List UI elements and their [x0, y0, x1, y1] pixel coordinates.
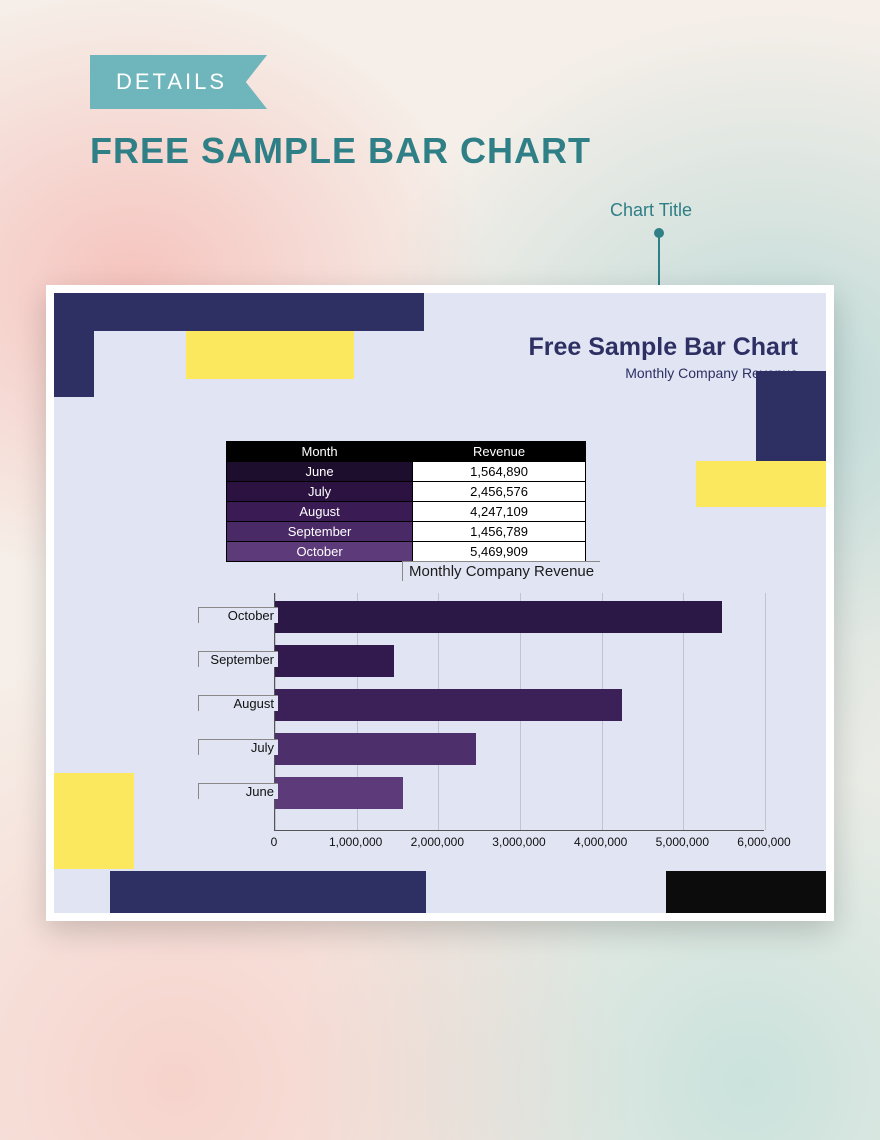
y-axis-label: July: [198, 739, 278, 755]
bar: [275, 645, 394, 677]
deco-block: [666, 871, 826, 913]
cell-month: August: [227, 502, 413, 522]
x-axis-tick: 6,000,000: [737, 835, 790, 849]
deco-block: [54, 331, 94, 397]
cell-month: July: [227, 482, 413, 502]
cell-month: June: [227, 462, 413, 482]
bar: [275, 733, 476, 765]
cell-revenue: 1,564,890: [413, 462, 586, 482]
cell-month: October: [227, 542, 413, 562]
deco-block: [186, 331, 354, 379]
bar-row: [275, 777, 403, 809]
x-axis-tick: 5,000,000: [656, 835, 709, 849]
chart-title: Monthly Company Revenue: [402, 561, 600, 581]
table-row: August4,247,109: [227, 502, 586, 522]
y-axis-label: October: [198, 607, 278, 623]
template-card: Free Sample Bar Chart Monthly Company Re…: [46, 285, 834, 921]
cell-revenue: 5,469,909: [413, 542, 586, 562]
deco-block: [696, 461, 826, 507]
bar: [275, 601, 722, 633]
x-axis-tick: 3,000,000: [492, 835, 545, 849]
table-row: June1,564,890: [227, 462, 586, 482]
deco-block: [54, 773, 134, 869]
y-axis-label: August: [198, 695, 278, 711]
bar-row: [275, 689, 622, 721]
table-row: July2,456,576: [227, 482, 586, 502]
cell-revenue: 4,247,109: [413, 502, 586, 522]
bar-row: [275, 733, 476, 765]
cell-revenue: 2,456,576: [413, 482, 586, 502]
bar-row: [275, 645, 394, 677]
table-header-revenue: Revenue: [413, 442, 586, 462]
table-row: September1,456,789: [227, 522, 586, 542]
bar: [275, 689, 622, 721]
x-axis-tick: 2,000,000: [411, 835, 464, 849]
bar-chart: 0 1,000,000 2,000,000 3,000,000 4,000,000 5,0…: [194, 593, 774, 863]
x-axis-tick: 0: [271, 835, 278, 849]
bar-row: [275, 601, 722, 633]
y-axis-label: June: [198, 783, 278, 799]
cell-month: September: [227, 522, 413, 542]
x-axis-tick: 1,000,000: [329, 835, 382, 849]
callout-chart-title: Chart Title: [610, 200, 692, 221]
deco-block: [110, 871, 426, 913]
deco-block: [54, 293, 424, 331]
x-axis-tick: 4,000,000: [574, 835, 627, 849]
data-table: Month Revenue June1,564,890July2,456,576…: [226, 441, 586, 562]
table-header-month: Month: [227, 442, 413, 462]
page-title: FREE SAMPLE BAR CHART: [90, 130, 591, 172]
details-ribbon: DETAILS: [90, 55, 267, 109]
cell-revenue: 1,456,789: [413, 522, 586, 542]
bar: [275, 777, 403, 809]
document-subtitle: Monthly Company Revenue: [625, 365, 798, 381]
document-title: Free Sample Bar Chart: [528, 333, 798, 362]
y-axis-label: September: [198, 651, 278, 667]
gridline: [765, 593, 766, 830]
table-row: October5,469,909: [227, 542, 586, 562]
